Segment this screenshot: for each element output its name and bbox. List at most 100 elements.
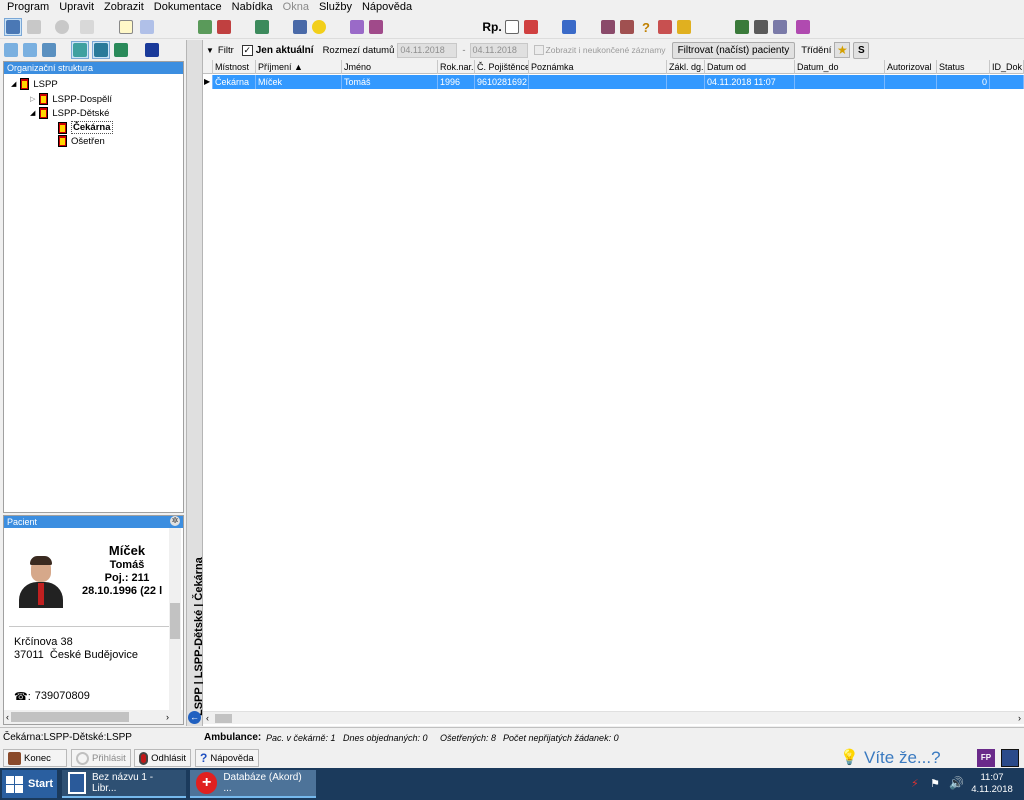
tree-node-osetren[interactable]: Ošetřen xyxy=(58,135,105,147)
patient-city: 37011 České Budějovice xyxy=(14,649,138,661)
doctor-button[interactable] xyxy=(752,18,770,36)
column-header[interactable]: ID_Dok xyxy=(990,60,1024,74)
tree-view-button[interactable] xyxy=(4,18,22,36)
users-button[interactable] xyxy=(733,18,751,36)
scroll-left-icon[interactable]: ‹ xyxy=(206,713,209,723)
back-arrow-icon[interactable]: ← xyxy=(188,711,201,724)
settings-icon[interactable]: ✲ xyxy=(170,516,180,526)
menu-dokumentace[interactable]: Dokumentace xyxy=(149,0,227,15)
column-header[interactable]: Status xyxy=(937,60,990,74)
toggle-button-2[interactable] xyxy=(92,41,110,59)
scroll-right-icon[interactable]: › xyxy=(1018,713,1021,723)
row-indicator-icon: ▶ xyxy=(203,75,213,89)
menu-okna[interactable]: Okna xyxy=(278,0,314,15)
prescription-button[interactable]: Rp. xyxy=(481,18,503,36)
help-question-button[interactable]: ? xyxy=(637,18,655,36)
column-header[interactable]: Poznámka xyxy=(529,60,667,74)
new-document-button[interactable] xyxy=(117,18,135,36)
menu-zobrazit[interactable]: Zobrazit xyxy=(99,0,149,15)
lab-button[interactable] xyxy=(215,18,233,36)
hammer-button[interactable] xyxy=(656,18,674,36)
clock[interactable]: 11:07 4.11.2018 xyxy=(968,772,1016,796)
volume-icon[interactable]: 🔊 xyxy=(949,776,964,790)
print-button[interactable] xyxy=(599,18,617,36)
abacus-button[interactable] xyxy=(794,18,812,36)
filter-patients-button[interactable]: Filtrovat (načíst) pacienty xyxy=(671,41,796,59)
waiting-count: Pac. v čekárně: 1 xyxy=(266,733,336,743)
column-header[interactable]: Zákl. dg. xyxy=(667,60,705,74)
tree-label: LSPP xyxy=(33,78,58,90)
column-header[interactable]: Datum_do xyxy=(795,60,885,74)
car-button[interactable] xyxy=(196,18,214,36)
flag-icon[interactable]: ⚑ xyxy=(930,777,940,790)
menu-nabidka[interactable]: Nabídka xyxy=(227,0,278,15)
chart-button[interactable] xyxy=(348,18,366,36)
help-button[interactable]: ? Nápověda xyxy=(195,749,259,767)
vertical-location-tab[interactable]: LSPP | LSPP-Dětské | Čekárna ← xyxy=(186,40,205,726)
radiation-button[interactable] xyxy=(310,18,328,36)
menu-napoveda[interactable]: Nápověda xyxy=(357,0,417,15)
column-header[interactable]: Č. Pojištěnce xyxy=(475,60,529,74)
pn-button[interactable] xyxy=(771,18,789,36)
records-button[interactable] xyxy=(367,18,385,36)
star-button[interactable]: ★ xyxy=(834,42,851,58)
date-to-field[interactable]: 04.11.2018 xyxy=(469,42,528,58)
ambulance-button[interactable] xyxy=(522,18,540,36)
column-header[interactable]: Příjmení ▲ xyxy=(256,60,342,74)
column-header[interactable]: Datum od xyxy=(705,60,795,74)
tree-node-lspp-detske[interactable]: ◢ LSPP-Dětské xyxy=(30,107,109,119)
tree-node-lspp[interactable]: ◢ LSPP xyxy=(11,78,58,90)
network-icon[interactable]: ⚡ xyxy=(911,777,919,790)
task-database[interactable]: + Databáze (Akord) ... xyxy=(190,770,316,798)
calendar-button[interactable] xyxy=(618,18,636,36)
column-header[interactable]: Rok.nar. xyxy=(438,60,475,74)
layout-button-1[interactable] xyxy=(2,41,20,59)
scroll-left-icon[interactable]: ‹ xyxy=(6,712,9,722)
s-button[interactable]: S xyxy=(853,41,870,59)
patient-horizontal-scrollbar[interactable]: ‹ › xyxy=(4,710,183,724)
menu-program[interactable]: Program xyxy=(2,0,54,15)
patient-header-label: Pacient xyxy=(7,517,38,527)
layout-button-3[interactable] xyxy=(40,41,58,59)
report-button[interactable] xyxy=(503,18,521,36)
start-button[interactable]: Start xyxy=(2,770,57,798)
column-header[interactable]: Autorizoval xyxy=(885,60,937,74)
device-button[interactable] xyxy=(291,18,309,36)
mail-button[interactable] xyxy=(78,18,96,36)
toggle-button-3[interactable] xyxy=(112,41,130,59)
show-unfinished-checkbox[interactable] xyxy=(533,45,544,55)
only-current-checkbox[interactable]: ✓ xyxy=(241,44,253,56)
column-header[interactable]: Jméno xyxy=(342,60,438,74)
login-button[interactable]: Přihlásit xyxy=(71,749,131,767)
current-location: Čekárna:LSPP-Dětské:LSPP xyxy=(3,732,132,743)
tree-node-lspp-dospeli[interactable]: ▷ LSPP-Dospělí xyxy=(30,93,112,105)
help-icon: ? xyxy=(200,751,208,765)
patient-vertical-scrollbar[interactable] xyxy=(169,528,181,710)
save-button[interactable] xyxy=(143,41,161,59)
tree-node-cekarna[interactable]: Čekárna xyxy=(58,121,113,134)
fp-button[interactable]: FP xyxy=(977,749,995,767)
eraser-button[interactable] xyxy=(138,18,156,36)
end-button[interactable]: Konec xyxy=(3,749,67,767)
toggle-button-1[interactable] xyxy=(71,41,89,59)
layout-button-2[interactable] xyxy=(21,41,39,59)
scroll-right-icon[interactable]: › xyxy=(166,712,169,722)
did-you-know-link[interactable]: Víte že...? xyxy=(864,748,941,768)
disabled-tool-button[interactable] xyxy=(53,18,71,36)
shield-button[interactable] xyxy=(253,18,271,36)
menu-upravit[interactable]: Upravit xyxy=(54,0,99,15)
date-from-field[interactable]: 04.11.2018 xyxy=(397,42,458,58)
pen-button[interactable] xyxy=(675,18,693,36)
patient-street: Krčínova 38 xyxy=(14,636,73,648)
copy-button[interactable] xyxy=(25,18,43,36)
filter-dropdown-icon[interactable]: ▼ xyxy=(206,46,214,55)
menu-bar: Program Upravit Zobrazit Dokumentace Nab… xyxy=(0,0,1024,15)
window-icon[interactable] xyxy=(1001,749,1019,767)
logout-button[interactable]: Odhlásit xyxy=(134,749,191,767)
column-header[interactable]: Místnost xyxy=(213,60,256,74)
table-row[interactable]: ▶ Čekárna Míček Tomáš 1996 9610281692 04… xyxy=(203,75,1024,89)
task-writer[interactable]: Bez názvu 1 - Libr... xyxy=(62,770,186,798)
person-button[interactable] xyxy=(560,18,578,36)
table-horizontal-scrollbar[interactable]: ‹ › xyxy=(203,711,1024,724)
menu-sluzby[interactable]: Služby xyxy=(314,0,357,15)
